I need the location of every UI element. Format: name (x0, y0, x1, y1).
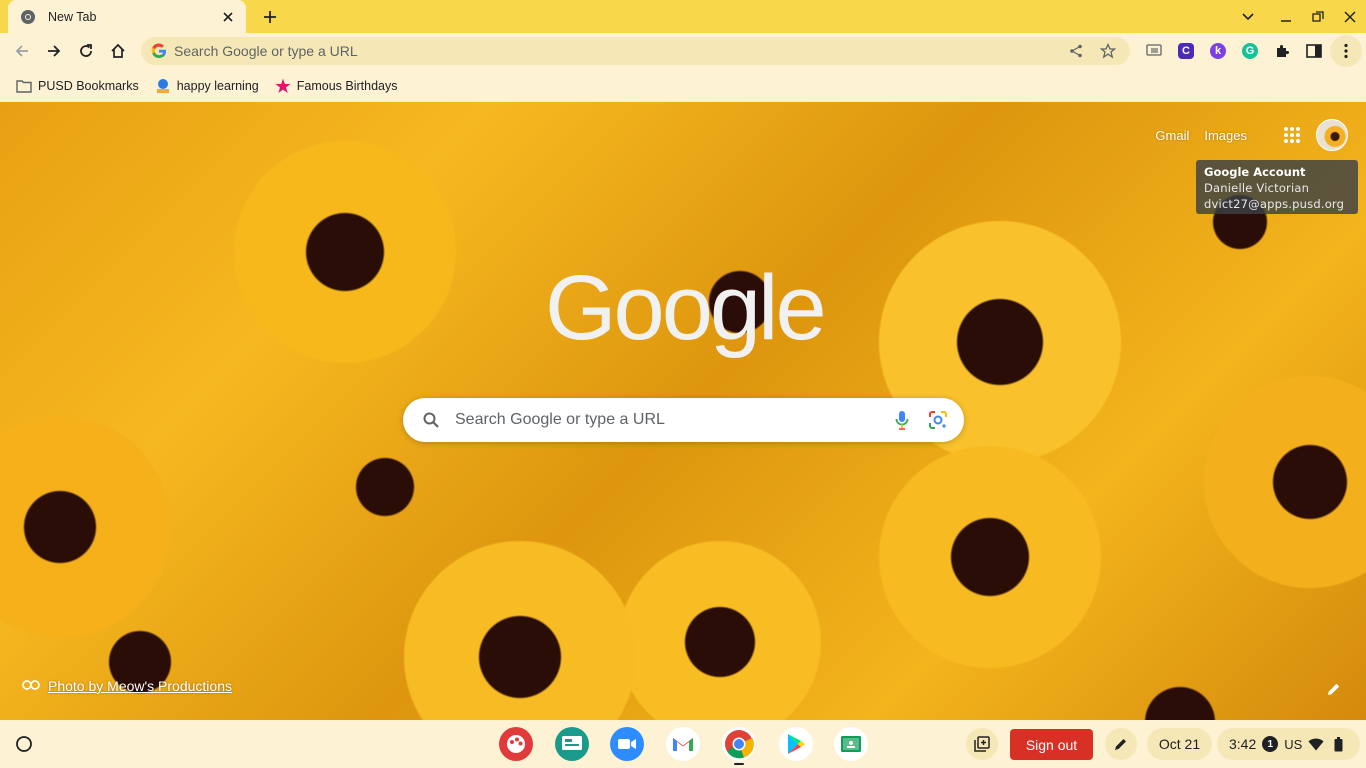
back-icon[interactable] (6, 35, 38, 67)
gmail-link[interactable]: Gmail (1155, 128, 1189, 143)
notification-count-badge: 1 (1262, 736, 1279, 752)
extension-k-icon[interactable]: k (1202, 35, 1234, 67)
bookmark-label: PUSD Bookmarks (38, 78, 139, 93)
tab-strip: New Tab (0, 0, 1366, 33)
share-icon[interactable] (1064, 39, 1088, 63)
ntp-search-box[interactable]: Search Google or type a URL (403, 398, 964, 442)
ntp-top-links: Gmail Images (1155, 118, 1366, 152)
extensions-puzzle-icon[interactable] (1266, 35, 1298, 67)
famous-birthdays-star-icon (275, 78, 291, 94)
ntp-search-placeholder: Search Google or type a URL (455, 411, 665, 428)
active-app-indicator (734, 763, 744, 765)
omnibox-placeholder: Search Google or type a URL (174, 43, 358, 59)
chromeos-shelf: Sign out Oct 21 3:42 1 US (0, 720, 1366, 768)
battery-icon (1330, 736, 1346, 752)
close-window-icon[interactable] (1334, 0, 1366, 33)
bookmark-famous-birthdays[interactable]: Famous Birthdays (267, 73, 406, 99)
account-avatar[interactable] (1316, 119, 1348, 151)
date-label: Oct 21 (1158, 736, 1201, 752)
chrome-icon[interactable] (722, 727, 756, 761)
search-icon (421, 410, 441, 430)
photo-attribution-link[interactable]: Photo by Meow's Productions (48, 678, 232, 694)
extension-c-icon[interactable]: C (1170, 35, 1202, 67)
restore-icon[interactable] (1302, 0, 1334, 33)
home-icon[interactable] (102, 35, 134, 67)
canvas-icon[interactable] (499, 727, 533, 761)
toolbar: Search Google or type a URL C k G (0, 33, 1366, 69)
extensions-area: C k G (1138, 35, 1362, 67)
date-tray[interactable]: Oct 21 (1147, 728, 1212, 760)
bookmarks-bar: PUSD Bookmarks happy learning Famous Bir… (0, 69, 1366, 102)
new-tab-button[interactable] (258, 6, 282, 28)
bookmark-label: happy learning (176, 78, 259, 93)
forward-icon[interactable] (38, 35, 70, 67)
close-tab-icon[interactable] (220, 9, 236, 25)
images-link[interactable]: Images (1204, 128, 1247, 143)
omnibox[interactable]: Search Google or type a URL (141, 37, 1130, 65)
bookmark-happy-learning[interactable]: happy learning (147, 73, 267, 99)
google-g-icon (151, 43, 167, 59)
voice-search-mic-icon[interactable] (888, 406, 916, 434)
chrome-favicon-icon (20, 9, 36, 25)
time-label: 3:42 (1229, 736, 1257, 752)
new-tab-page: Gmail Images Google Account Danielle Vic… (0, 102, 1366, 720)
happy-learning-favicon-icon (155, 78, 171, 94)
google-apps-grid-icon[interactable] (1276, 119, 1308, 151)
extension-k-letter: k (1210, 43, 1226, 59)
holding-space-icon[interactable] (966, 728, 998, 760)
google-classroom-icon[interactable] (555, 727, 589, 761)
window-controls (1232, 0, 1366, 33)
folder-icon (16, 78, 32, 94)
extension-c-letter: C (1178, 43, 1194, 59)
customize-pencil-icon[interactable] (1324, 679, 1344, 699)
side-panel-icon[interactable] (1298, 35, 1330, 67)
tooltip-email: dvict27@apps.pusd.org (1204, 197, 1345, 211)
tab-new-tab[interactable]: New Tab (8, 0, 246, 33)
bookmark-star-icon[interactable] (1096, 39, 1120, 63)
google-classroom-green-icon[interactable] (834, 727, 868, 761)
photo-attribution: Photo by Meow's Productions (22, 677, 232, 695)
launcher-icon[interactable] (8, 728, 40, 760)
google-lens-icon[interactable] (924, 406, 952, 434)
gmail-icon[interactable] (666, 727, 700, 761)
tab-search-chevron-icon[interactable] (1232, 0, 1264, 33)
grammarly-icon[interactable]: G (1234, 35, 1266, 67)
minimize-icon[interactable] (1270, 0, 1302, 33)
tab-title: New Tab (48, 9, 97, 24)
link-icon (22, 677, 40, 695)
sign-out-button[interactable]: Sign out (1010, 729, 1093, 760)
extension-g-letter: G (1242, 43, 1258, 59)
wifi-icon (1308, 736, 1324, 752)
play-store-icon[interactable] (779, 727, 813, 761)
tooltip-title: Google Account (1204, 165, 1306, 179)
zoom-icon[interactable] (610, 727, 644, 761)
reload-icon[interactable] (70, 35, 102, 67)
cast-icon[interactable] (1138, 35, 1170, 67)
account-tooltip: Google Account Danielle Victorian dvict2… (1196, 160, 1358, 214)
bookmark-label: Famous Birthdays (296, 78, 398, 93)
status-area[interactable]: 3:42 1 US (1217, 728, 1360, 760)
kebab-menu-icon[interactable] (1330, 35, 1362, 67)
tooltip-name: Danielle Victorian (1204, 181, 1310, 195)
bookmark-pusd[interactable]: PUSD Bookmarks (8, 73, 147, 99)
stylus-pen-icon[interactable] (1105, 728, 1137, 760)
ime-label: US (1284, 736, 1303, 752)
google-logo: Google (545, 257, 827, 359)
